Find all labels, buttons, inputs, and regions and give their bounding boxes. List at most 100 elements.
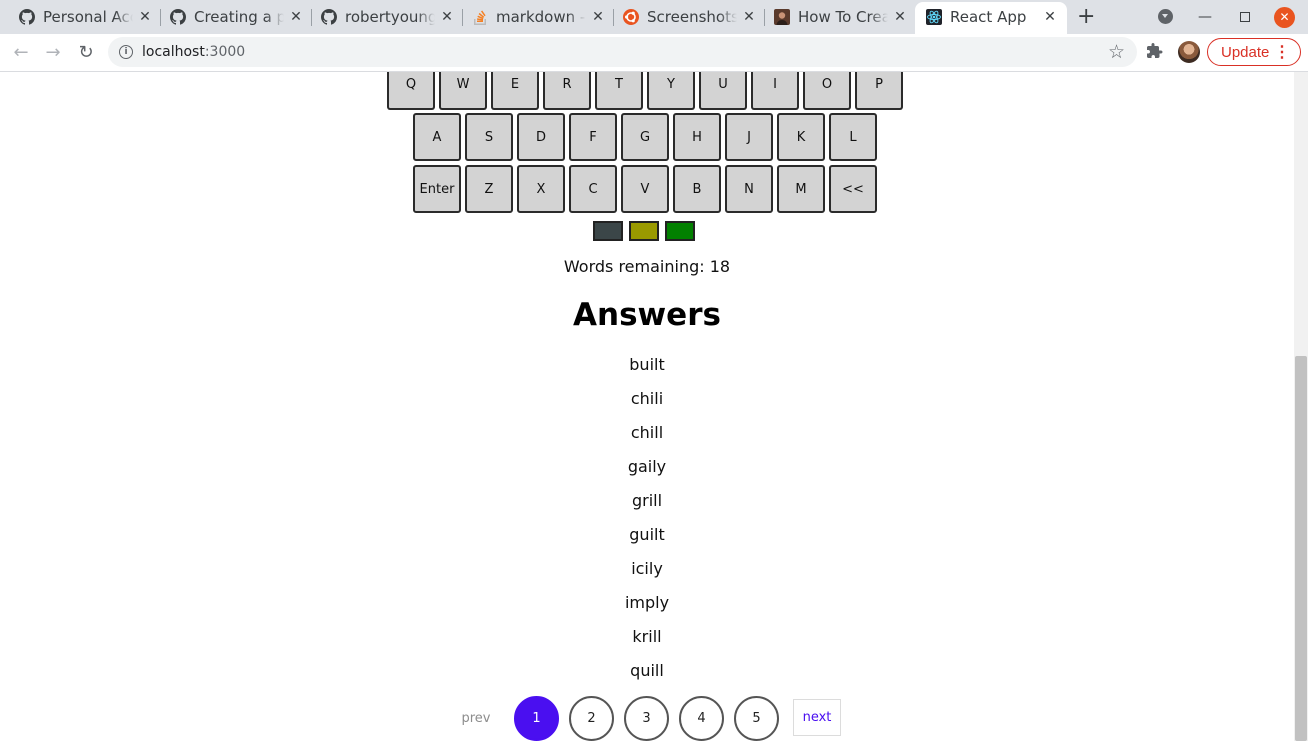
key-u[interactable]: U (699, 72, 747, 110)
answer-item: built (629, 355, 665, 374)
answer-item: icily (631, 559, 663, 578)
key-h[interactable]: H (673, 113, 721, 161)
tab-title: robertyoung (345, 8, 435, 26)
key-f[interactable]: F (569, 113, 617, 161)
answer-item: grill (631, 491, 663, 510)
ubuntu-icon (623, 9, 639, 25)
page-button-3[interactable]: 3 (624, 696, 669, 741)
close-icon[interactable]: ✕ (1041, 8, 1059, 26)
swatch-green[interactable] (665, 221, 695, 241)
github-icon (321, 9, 337, 25)
key-c[interactable]: C (569, 165, 617, 213)
minimize-icon[interactable]: — (1195, 7, 1215, 27)
reload-icon[interactable]: ↻ (75, 42, 97, 64)
answer-item: chill (630, 423, 664, 442)
more-menu-icon[interactable]: ⋮ (1274, 42, 1290, 62)
answer-item: imply (624, 593, 670, 612)
tab-title: Personal Acc (43, 8, 133, 26)
close-icon[interactable]: ✕ (740, 8, 758, 26)
close-icon[interactable]: ✕ (287, 8, 305, 26)
url-port: :3000 (204, 44, 246, 60)
tab-title: How To Crea (798, 8, 888, 26)
tab-title: React App (950, 8, 1027, 26)
page-button-1[interactable]: 1 (514, 696, 559, 741)
key-m[interactable]: M (777, 165, 825, 213)
tab-react-app[interactable]: React App ✕ (915, 2, 1067, 34)
bookmark-star-icon[interactable]: ☆ (1108, 41, 1125, 63)
key-p[interactable]: P (855, 72, 903, 110)
swatch-gray[interactable] (593, 221, 623, 241)
key-v[interactable]: V (621, 165, 669, 213)
github-icon (19, 9, 35, 25)
site-info-icon[interactable]: i (119, 45, 133, 59)
prev-page-button[interactable]: prev (450, 711, 502, 726)
maximize-icon[interactable] (1235, 7, 1255, 27)
tab-markdown[interactable]: markdown - I ✕ (461, 4, 611, 30)
answer-item: chili (630, 389, 664, 408)
tab-screenshots[interactable]: Screenshots ✕ (612, 4, 762, 30)
key-g[interactable]: G (621, 113, 669, 161)
key-backspace[interactable]: << (829, 165, 877, 213)
close-icon[interactable]: ✕ (136, 8, 154, 26)
tab-title: markdown - I (496, 8, 586, 26)
key-r[interactable]: R (543, 72, 591, 110)
react-icon (926, 9, 942, 25)
tab-how-to-create[interactable]: How To Crea ✕ (763, 4, 913, 30)
key-y[interactable]: Y (647, 72, 695, 110)
back-icon[interactable]: ← (10, 42, 32, 64)
next-page-button[interactable]: next (793, 699, 841, 736)
github-icon (170, 9, 186, 25)
answers-heading: Answers (573, 297, 721, 333)
avatar-thumbnail-icon (774, 9, 790, 25)
page-button-2[interactable]: 2 (569, 696, 614, 741)
tab-title: Creating a pe (194, 8, 284, 26)
key-i[interactable]: I (751, 72, 799, 110)
key-x[interactable]: X (517, 165, 565, 213)
close-window-icon[interactable]: ✕ (1274, 7, 1295, 28)
key-l[interactable]: L (829, 113, 877, 161)
update-label: Update (1221, 44, 1270, 61)
swatch-yellow[interactable] (629, 221, 659, 241)
key-z[interactable]: Z (465, 165, 513, 213)
extensions-puzzle-icon[interactable] (1147, 43, 1163, 64)
key-enter[interactable]: Enter (413, 165, 461, 213)
close-icon[interactable]: ✕ (891, 8, 909, 26)
key-n[interactable]: N (725, 165, 773, 213)
tab-personal-access[interactable]: Personal Acc ✕ (8, 4, 158, 30)
url-text[interactable]: localhost:3000 (142, 44, 245, 60)
key-b[interactable]: B (673, 165, 721, 213)
key-t[interactable]: T (595, 72, 643, 110)
profile-avatar[interactable] (1178, 41, 1200, 63)
address-bar[interactable]: i localhost:3000 ☆ (108, 37, 1137, 67)
words-remaining: Words remaining: 18 (563, 257, 731, 276)
forward-icon[interactable]: → (42, 42, 64, 64)
browser-toolbar: ← → ↻ i localhost:3000 ☆ Update ⋮ (0, 34, 1308, 72)
key-q[interactable]: Q (387, 72, 435, 110)
answer-item: quill (630, 661, 664, 680)
key-o[interactable]: O (803, 72, 851, 110)
scrollbar-thumb[interactable] (1295, 356, 1307, 741)
page-button-5[interactable]: 5 (734, 696, 779, 741)
update-button[interactable]: Update ⋮ (1207, 38, 1301, 66)
new-tab-icon[interactable]: + (1077, 6, 1095, 28)
page-scrollbar[interactable] (1294, 72, 1308, 741)
key-d[interactable]: D (517, 113, 565, 161)
close-icon[interactable]: ✕ (438, 8, 456, 26)
tab-search-icon[interactable] (1158, 9, 1173, 24)
tab-robertyoung[interactable]: robertyoung ✕ (310, 4, 460, 30)
key-e[interactable]: E (491, 72, 539, 110)
close-icon[interactable]: ✕ (589, 8, 607, 26)
key-s[interactable]: S (465, 113, 513, 161)
answer-item: gaily (627, 457, 667, 476)
key-w[interactable]: W (439, 72, 487, 110)
tab-title: Screenshots (647, 8, 737, 26)
tab-creating-a-pe[interactable]: Creating a pe ✕ (159, 4, 309, 30)
key-j[interactable]: J (725, 113, 773, 161)
answer-item: krill (632, 627, 662, 646)
stackoverflow-icon (474, 10, 486, 25)
page-button-4[interactable]: 4 (679, 696, 724, 741)
key-a[interactable]: A (413, 113, 461, 161)
page-viewport: Q W E R T Y U I O P A S D F G H J K L En… (0, 72, 1294, 741)
key-k[interactable]: K (777, 113, 825, 161)
tab-strip: Personal Acc ✕ Creating a pe ✕ robertyou… (0, 0, 1308, 34)
